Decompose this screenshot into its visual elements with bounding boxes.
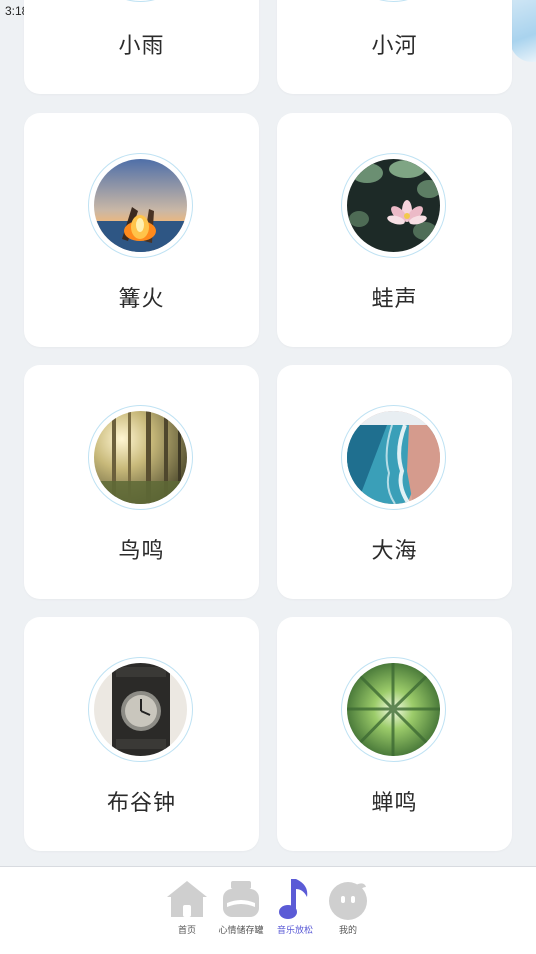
sound-card-birds[interactable]: 鸟鸣 bbox=[24, 365, 259, 599]
sound-label: 蛙声 bbox=[371, 287, 418, 312]
sound-card-light-rain[interactable]: 小雨 bbox=[24, 0, 259, 94]
sound-thumbnail-ring bbox=[88, 657, 193, 762]
sound-card-stream[interactable]: 小河 bbox=[277, 0, 512, 94]
sound-label: 鸟鸣 bbox=[118, 539, 165, 564]
sound-label: 大海 bbox=[371, 539, 418, 564]
forest-image bbox=[94, 411, 187, 504]
sound-thumbnail-ring bbox=[341, 153, 446, 258]
bamboo-image bbox=[347, 663, 440, 756]
house-icon bbox=[167, 881, 207, 917]
sound-thumbnail-ring bbox=[341, 0, 446, 2]
clock-image bbox=[94, 663, 187, 756]
lotus-image bbox=[347, 159, 440, 252]
jar-icon bbox=[223, 881, 259, 917]
tab-label: 我的 bbox=[338, 925, 357, 935]
background-image-corner bbox=[510, 0, 536, 62]
sound-label: 布谷钟 bbox=[106, 791, 176, 816]
sound-card-sea[interactable]: 大海 bbox=[277, 365, 512, 599]
sound-thumbnail-ring bbox=[88, 405, 193, 510]
tab-music-relax[interactable]: 音乐放松 bbox=[265, 877, 325, 936]
tab-profile[interactable]: 我的 bbox=[318, 877, 378, 936]
tab-label: 音乐放松 bbox=[276, 925, 313, 935]
sound-card-cicadas[interactable]: 蝉鸣 bbox=[277, 617, 512, 851]
face-icon bbox=[329, 882, 367, 920]
sound-card-cuckoo-clock[interactable]: 布谷钟 bbox=[24, 617, 259, 851]
campfire-image bbox=[94, 159, 187, 252]
tab-label: 首页 bbox=[177, 925, 196, 935]
tab-mood-jar[interactable]: 心情储存罐 bbox=[211, 877, 271, 936]
sound-label: 蝉鸣 bbox=[371, 791, 418, 816]
sound-thumbnail-ring bbox=[341, 405, 446, 510]
sound-card-campfire[interactable]: 篝火 bbox=[24, 113, 259, 347]
sound-thumbnail-ring bbox=[341, 657, 446, 762]
sound-thumbnail-ring bbox=[88, 153, 193, 258]
sound-card-frogs[interactable]: 蛙声 bbox=[277, 113, 512, 347]
bottom-tab-bar: 首页 心情储存罐 音乐放松 我的 bbox=[0, 866, 536, 954]
sound-label: 小河 bbox=[371, 34, 418, 59]
tab-home[interactable]: 首页 bbox=[157, 877, 217, 936]
sound-label: 小雨 bbox=[118, 34, 165, 59]
sound-label: 篝火 bbox=[118, 287, 165, 312]
tab-label: 心情储存罐 bbox=[218, 925, 264, 935]
music-note-icon bbox=[279, 879, 308, 919]
sound-thumbnail-ring bbox=[88, 0, 193, 2]
sea-image bbox=[347, 411, 440, 504]
